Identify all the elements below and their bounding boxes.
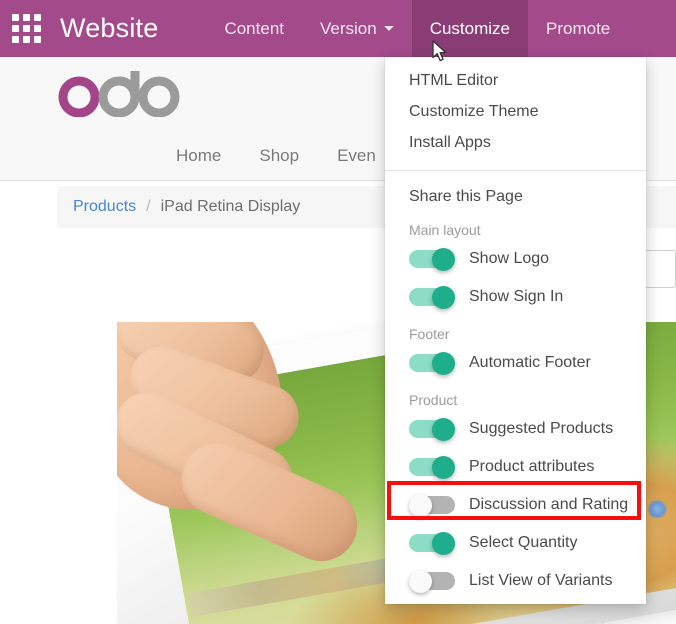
option-row-product-attributes[interactable]: Product attributes bbox=[385, 448, 646, 486]
option-label-show-sign-in: Show Sign In bbox=[469, 288, 564, 305]
option-label-product-attributes: Product attributes bbox=[469, 458, 595, 475]
screenshot-root: Website Content Version Customize Promot… bbox=[0, 0, 676, 624]
toggle-knob bbox=[432, 532, 455, 555]
option-label-select-quantity: Select Quantity bbox=[469, 534, 578, 551]
toggle-knob bbox=[432, 248, 455, 271]
app-main-nav: Content Version Customize Promote bbox=[206, 0, 628, 57]
menu-item-label: Customize Theme bbox=[409, 102, 539, 120]
menu-item-html-editor[interactable]: HTML Editor bbox=[385, 65, 646, 96]
menu-item-label: HTML Editor bbox=[409, 71, 499, 89]
mouse-cursor bbox=[432, 40, 450, 69]
toggle-knob bbox=[432, 418, 455, 441]
option-label-automatic-footer: Automatic Footer bbox=[469, 354, 591, 371]
menu-item-install-apps[interactable]: Install Apps bbox=[385, 127, 646, 158]
toggle-product-attributes[interactable] bbox=[409, 456, 455, 479]
website-nav: Home Shop Even bbox=[176, 146, 376, 166]
site-nav-item-home[interactable]: Home bbox=[176, 146, 221, 166]
option-row-select-quantity[interactable]: Select Quantity bbox=[385, 524, 646, 562]
option-label-list-view-of-variants: List View of Variants bbox=[469, 572, 613, 589]
menu-item-customize-theme[interactable]: Customize Theme bbox=[385, 96, 646, 127]
option-row-show-logo[interactable]: Show Logo bbox=[385, 240, 646, 278]
option-label-suggested-products: Suggested Products bbox=[469, 420, 614, 437]
toggle-show-sign-in[interactable] bbox=[409, 286, 455, 309]
option-row-automatic-footer[interactable]: Automatic Footer bbox=[385, 344, 646, 382]
chevron-down-icon bbox=[383, 26, 394, 31]
option-row-suggested-products[interactable]: Suggested Products bbox=[385, 410, 646, 448]
toggle-list-view-of-variants[interactable] bbox=[409, 570, 455, 593]
toggle-knob bbox=[432, 352, 455, 375]
toggle-knob bbox=[409, 494, 432, 517]
customize-dropdown-menu: HTML Editor Customize Theme Install Apps… bbox=[385, 57, 646, 604]
apps-menu-button[interactable] bbox=[0, 0, 52, 57]
option-row-discussion-and-rating[interactable]: Discussion and Rating bbox=[385, 486, 646, 524]
section-label-footer: Footer bbox=[409, 326, 450, 342]
odoo-logo[interactable] bbox=[57, 65, 205, 117]
grid-apps-icon bbox=[11, 14, 41, 43]
odoo-logo-icon bbox=[58, 71, 180, 117]
topnav-item-promote[interactable]: Promote bbox=[528, 0, 628, 57]
option-label-discussion-and-rating: Discussion and Rating bbox=[469, 496, 629, 513]
toggle-discussion-and-rating[interactable] bbox=[409, 494, 455, 517]
menu-item-label: Share this Page bbox=[409, 187, 523, 205]
topnav-label-content: Content bbox=[224, 18, 284, 38]
toggle-suggested-products[interactable] bbox=[409, 418, 455, 441]
section-label-main-layout: Main layout bbox=[409, 222, 481, 238]
topnav-item-version[interactable]: Version bbox=[302, 0, 412, 57]
topnav-label-version: Version bbox=[320, 18, 377, 38]
breadcrumb-link-products[interactable]: Products bbox=[73, 198, 136, 216]
toggle-knob bbox=[409, 570, 432, 593]
menu-divider bbox=[385, 170, 646, 171]
option-label-show-logo: Show Logo bbox=[469, 250, 550, 267]
toggle-knob bbox=[432, 456, 455, 479]
topnav-label-promote: Promote bbox=[546, 18, 611, 38]
topnav-item-customize[interactable]: Customize bbox=[411, 0, 529, 57]
breadcrumb-separator: / bbox=[146, 198, 151, 215]
app-brand-title: Website bbox=[60, 13, 159, 43]
option-row-list-view-of-variants[interactable]: List View of Variants bbox=[385, 562, 646, 600]
section-label-product: Product bbox=[409, 392, 458, 408]
site-nav-item-shop[interactable]: Shop bbox=[259, 146, 299, 166]
photo-left-mask bbox=[57, 322, 117, 624]
toggle-show-logo[interactable] bbox=[409, 248, 455, 271]
toggle-select-quantity[interactable] bbox=[409, 532, 455, 555]
topnav-label-customize: Customize bbox=[429, 18, 511, 38]
option-row-show-sign-in[interactable]: Show Sign In bbox=[385, 278, 646, 316]
toggle-knob bbox=[432, 286, 455, 309]
photo-detail-flower bbox=[645, 498, 671, 521]
app-topbar: Website Content Version Customize Promot… bbox=[0, 0, 676, 57]
breadcrumb-current-page: iPad Retina Display bbox=[160, 198, 301, 215]
site-nav-item-events[interactable]: Even bbox=[337, 146, 376, 166]
menu-item-label: Install Apps bbox=[409, 133, 491, 151]
menu-item-share-this-page[interactable]: Share this Page bbox=[385, 181, 646, 212]
topnav-item-content[interactable]: Content bbox=[206, 0, 302, 57]
toggle-automatic-footer[interactable] bbox=[409, 352, 455, 375]
